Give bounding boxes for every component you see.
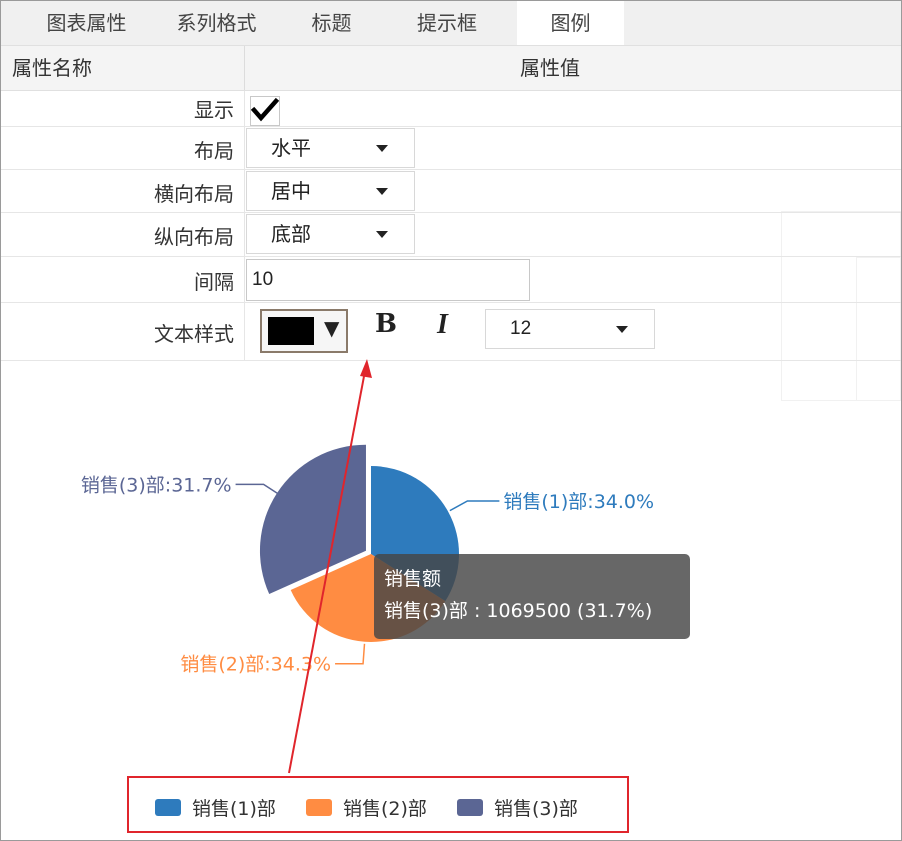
legend-label: 销售(2)部 [343,798,427,820]
chart-property-panel: 图表属性 系列格式 标题 提示框 图例 属性名称 属性值 显示 布局 水平 横向… [0,0,902,841]
label-layout: 布局 [194,139,234,163]
data-label: 销售(3)部:31.7% [81,474,232,496]
row-divider [244,127,245,169]
tab-tooltip[interactable]: 提示框 [377,1,517,45]
triangle-down-icon: ▼ [324,316,340,340]
row-show: 显示 [1,91,901,127]
row-divider [244,170,245,212]
h-align-select[interactable]: 居中 [246,171,415,211]
legend-swatch [155,799,181,816]
tab-chart-properties[interactable]: 图表属性 [26,1,147,45]
label-leader-line [335,643,366,665]
row-divider [244,91,245,126]
checkmark-icon [251,97,279,122]
legend-label: 销售(3)部 [494,798,578,820]
font-size-select[interactable]: 12 [485,309,655,349]
row-text-style: 文本样式 ▼ B I 12 [1,303,901,361]
legend-item-1[interactable]: 销售(1)部 [155,794,276,821]
layout-select-value: 水平 [271,136,311,160]
header-property-value: 属性值 [520,56,580,80]
gap-input[interactable]: 10 [246,259,530,301]
font-size-value: 12 [510,318,532,339]
legend-swatch [457,799,483,816]
label-text-style: 文本样式 [154,322,234,346]
row-layout: 布局 水平 [1,127,901,170]
label-leader-line [235,483,281,496]
data-label: 销售(1)部:34.0% [503,491,654,513]
row-v-align: 纵向布局 底部 [1,213,901,257]
row-divider [244,213,245,256]
tab-series-format[interactable]: 系列格式 [147,1,286,45]
v-align-select[interactable]: 底部 [246,214,415,254]
tab-legend[interactable]: 图例 [517,1,624,45]
chart-tooltip: 销售额 销售(3)部 : 1069500 (31.7%) [374,554,690,639]
show-checkbox[interactable] [250,96,280,126]
label-gap: 间隔 [194,270,234,294]
label-show: 显示 [194,98,234,122]
italic-button[interactable]: I [437,309,448,341]
text-color-picker[interactable]: ▼ [260,309,348,353]
legend-label: 销售(1)部 [192,798,276,820]
bold-button[interactable]: B [375,309,397,339]
h-align-select-value: 居中 [271,179,311,203]
row-h-align: 横向布局 居中 [1,170,901,213]
tooltip-title: 销售额 [384,568,442,590]
label-leader-line [449,500,500,512]
label-h-align: 横向布局 [154,182,234,206]
chevron-down-icon [376,188,388,195]
legend-item-3[interactable]: 销售(3)部 [457,794,578,821]
legend-swatch [306,799,332,816]
legend-item-2[interactable]: 销售(2)部 [306,794,427,821]
color-swatch [268,317,314,345]
layout-select[interactable]: 水平 [246,128,415,168]
tab-bar: 图表属性 系列格式 标题 提示框 图例 [1,1,901,45]
chevron-down-icon [616,326,628,333]
data-label: 销售(2)部:34.3% [180,654,331,676]
row-gap: 间隔 10 [1,257,901,303]
row-divider [244,303,245,360]
property-grid-header: 属性名称 属性值 [1,45,901,91]
row-divider [244,257,245,302]
chevron-down-icon [376,145,388,152]
chevron-down-icon [376,231,388,238]
header-property-name: 属性名称 [12,56,92,80]
v-align-select-value: 底部 [271,222,311,246]
tooltip-line: 销售(3)部 : 1069500 (31.7%) [384,600,653,622]
legend-annotation-box: 销售(1)部 销售(2)部 销售(3)部 [127,776,629,833]
tab-title[interactable]: 标题 [286,1,377,45]
label-v-align: 纵向布局 [154,225,234,249]
